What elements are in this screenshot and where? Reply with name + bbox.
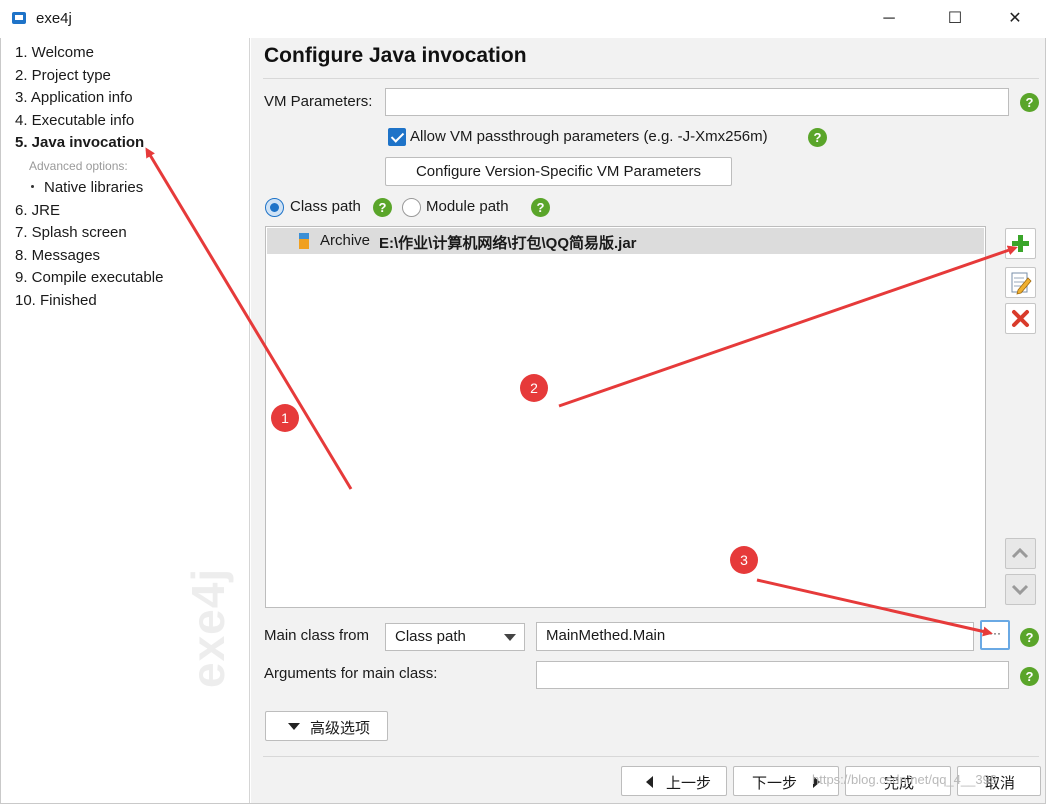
add-icon — [1012, 235, 1029, 252]
entry-kind: Archive — [320, 232, 371, 249]
edit-icon — [1011, 272, 1032, 295]
module-path-radio[interactable] — [402, 198, 421, 217]
help-icon[interactable]: ? — [1020, 93, 1039, 112]
browse-main-class-button[interactable]: ··· — [980, 620, 1010, 650]
move-up-icon — [1011, 547, 1029, 559]
jar-archive-icon — [299, 233, 309, 249]
back-button[interactable]: 上一步 — [621, 766, 727, 796]
sidebar-item-splash-screen[interactable]: 7. Splash screen — [15, 224, 127, 241]
exe4j-watermark-logo: exe4j — [182, 567, 234, 688]
footer-divider — [263, 756, 1039, 757]
window-title: exe4j — [36, 10, 72, 27]
main-class-from-label: Main class from — [264, 627, 370, 644]
help-icon[interactable]: ? — [1020, 628, 1039, 647]
annotation-marker-3: 3 — [730, 546, 758, 574]
vm-parameters-label: VM Parameters: — [264, 93, 373, 110]
help-icon[interactable]: ? — [531, 198, 550, 217]
csdn-watermark: https://blog.csdn.net/qq_4__393 — [812, 772, 998, 787]
sidebar-item-application-info[interactable]: 3. Application info — [15, 89, 133, 106]
sidebar-item-native-libraries[interactable]: Native libraries — [31, 179, 143, 196]
minimize-button[interactable]: ─ — [866, 0, 912, 38]
next-label: 下一步 — [752, 775, 798, 792]
arguments-label: Arguments for main class: — [264, 665, 438, 682]
remove-entry-button[interactable] — [1005, 303, 1036, 334]
vm-passthrough-label: Allow VM passthrough parameters (e.g. -J… — [410, 128, 768, 145]
annotation-marker-2: 2 — [520, 374, 548, 402]
sidebar-item-project-type[interactable]: 2. Project type — [15, 67, 111, 84]
title-bar: exe4j ─ ☐ ✕ — [0, 0, 1046, 38]
class-path-radio-label: Class path — [290, 198, 361, 215]
help-icon[interactable]: ? — [373, 198, 392, 217]
main-class-input[interactable]: MainMethed.Main — [536, 622, 974, 651]
entry-path: E:\作业\计算机网络\打包\QQ简易版.jar — [379, 235, 637, 252]
sidebar-item-jre[interactable]: 6. JRE — [15, 202, 60, 219]
sidebar-item-welcome[interactable]: 1. Welcome — [15, 44, 94, 61]
help-icon[interactable]: ? — [808, 128, 827, 147]
advanced-options-button[interactable]: 高级选项 — [265, 711, 388, 741]
sidebar-item-messages[interactable]: 8. Messages — [15, 247, 100, 264]
bullet-icon — [31, 184, 34, 188]
close-button[interactable]: ✕ — [992, 0, 1038, 38]
main-class-source-select[interactable]: Class path — [385, 623, 525, 651]
vm-parameters-input[interactable] — [385, 88, 1009, 116]
sidebar-item-java-invocation[interactable]: 5. Java invocation — [15, 134, 144, 151]
configure-version-specific-button[interactable]: Configure Version-Specific VM Parameters — [385, 157, 732, 186]
class-path-radio[interactable] — [265, 198, 284, 217]
chevron-down-icon — [288, 723, 300, 730]
remove-icon — [1012, 310, 1029, 327]
move-up-button[interactable] — [1005, 538, 1036, 569]
sidebar-item-executable-info[interactable]: 4. Executable info — [15, 112, 134, 129]
chevron-down-icon — [504, 634, 516, 641]
exe4j-app-icon — [12, 12, 26, 24]
vm-passthrough-checkbox[interactable] — [388, 128, 406, 146]
add-entry-button[interactable] — [1005, 228, 1036, 259]
main-panel: Configure Java invocation VM Parameters:… — [251, 38, 1045, 803]
arguments-input[interactable] — [536, 661, 1009, 689]
main-class-source-value: Class path — [395, 628, 466, 645]
move-down-icon — [1011, 584, 1029, 596]
help-icon[interactable]: ? — [1020, 667, 1039, 686]
sidebar-advanced-options-label: Advanced options: — [29, 159, 128, 173]
edit-entry-button[interactable] — [1005, 267, 1036, 298]
module-path-radio-label: Module path — [426, 198, 509, 215]
move-down-button[interactable] — [1005, 574, 1036, 605]
sidebar-item-compile-executable[interactable]: 9. Compile executable — [15, 269, 163, 286]
classpath-list[interactable]: Archive E:\作业\计算机网络\打包\QQ简易版.jar — [265, 226, 986, 608]
wizard-sidebar: 1. Welcome 2. Project type 3. Applicatio… — [1, 38, 250, 803]
page-title: Configure Java invocation — [264, 44, 527, 67]
annotation-marker-1: 1 — [271, 404, 299, 432]
sidebar-item-label: Native libraries — [44, 179, 144, 196]
back-label: 上一步 — [666, 775, 712, 792]
list-item[interactable]: Archive E:\作业\计算机网络\打包\QQ简易版.jar — [267, 228, 984, 254]
sidebar-item-finished[interactable]: 10. Finished — [15, 292, 97, 309]
title-divider — [263, 78, 1039, 79]
maximize-button[interactable]: ☐ — [932, 0, 978, 38]
advanced-options-label: 高级选项 — [310, 720, 371, 737]
arrow-left-icon — [646, 776, 653, 788]
